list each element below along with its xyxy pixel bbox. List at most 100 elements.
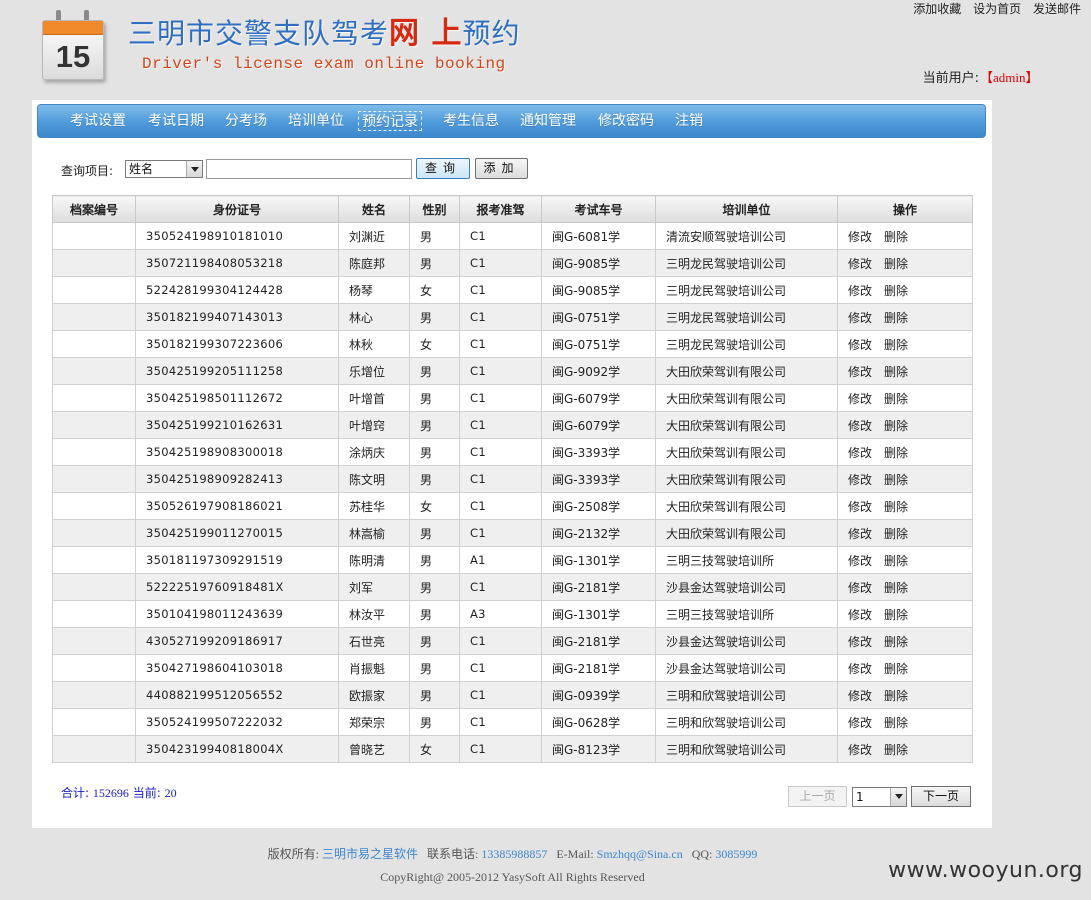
- cell-gender: 女: [409, 330, 460, 358]
- cell-license-class: A1: [459, 546, 542, 574]
- nav-change-password[interactable]: 修改密码: [598, 111, 654, 131]
- nav-student-info[interactable]: 考生信息: [443, 111, 499, 131]
- edit-link[interactable]: 修改: [848, 662, 872, 676]
- page-select[interactable]: 1: [852, 787, 907, 807]
- edit-link[interactable]: 修改: [848, 338, 872, 352]
- table-row: 440882199512056552 欧振家男 C1 闽G-0939学 三明和欣驾驶培训…: [52, 681, 973, 709]
- company-link[interactable]: 三明市易之星软件: [322, 847, 418, 861]
- nav-logout[interactable]: 注销: [675, 111, 703, 131]
- cell-gender: 女: [409, 492, 460, 520]
- edit-link[interactable]: 修改: [848, 392, 872, 406]
- cell-license-class: C1: [459, 276, 542, 304]
- cell-actions: 修改 删除: [837, 600, 973, 628]
- cell-gender: 男: [409, 681, 460, 709]
- delete-link[interactable]: 删除: [884, 230, 908, 244]
- delete-link[interactable]: 删除: [884, 581, 908, 595]
- delete-link[interactable]: 删除: [884, 446, 908, 460]
- email-link[interactable]: Smzhqq@Sina.cn: [597, 847, 683, 861]
- delete-link[interactable]: 删除: [884, 662, 908, 676]
- nav-exam-venues[interactable]: 分考场: [225, 111, 267, 131]
- edit-link[interactable]: 修改: [848, 635, 872, 649]
- query-button[interactable]: 查询: [416, 158, 470, 179]
- cell-id-number: 350182199407143013: [135, 303, 339, 331]
- edit-link[interactable]: 修改: [848, 689, 872, 703]
- delete-link[interactable]: 删除: [884, 392, 908, 406]
- set-homepage-link[interactable]: 设为首页: [973, 2, 1021, 16]
- edit-link[interactable]: 修改: [848, 473, 872, 487]
- cell-gender: 男: [409, 411, 460, 439]
- next-page-button[interactable]: 下一页: [911, 786, 971, 807]
- cell-license-class: C1: [459, 249, 542, 277]
- cell-car-number: 闽G-0628学: [541, 708, 656, 736]
- edit-link[interactable]: 修改: [848, 527, 872, 541]
- delete-link[interactable]: 删除: [884, 311, 908, 325]
- edit-link[interactable]: 修改: [848, 365, 872, 379]
- delete-link[interactable]: 删除: [884, 635, 908, 649]
- edit-link[interactable]: 修改: [848, 446, 872, 460]
- cell-id-number: 350425199205111258: [135, 357, 339, 385]
- delete-link[interactable]: 删除: [884, 554, 908, 568]
- delete-link[interactable]: 删除: [884, 338, 908, 352]
- delete-link[interactable]: 删除: [884, 419, 908, 433]
- table-row: 350182199407143013 林心男 C1 闽G-0751学 三明龙民驾驶培训公…: [52, 303, 973, 331]
- search-input[interactable]: [206, 159, 412, 179]
- search-field-select[interactable]: 姓名: [125, 160, 203, 178]
- table-row: 350526197908186021 苏桂华女 C1 闽G-2508学 大田欣荣驾训有限…: [52, 492, 973, 520]
- nav-exam-dates[interactable]: 考试日期: [148, 111, 204, 131]
- edit-link[interactable]: 修改: [848, 284, 872, 298]
- edit-link[interactable]: 修改: [848, 230, 872, 244]
- edit-link[interactable]: 修改: [848, 716, 872, 730]
- table-row: 350425199205111258 乐增位男 C1 闽G-9092学 大田欣荣驾训有限…: [52, 357, 973, 385]
- cell-archive-number: [52, 519, 136, 547]
- send-email-link[interactable]: 发送邮件: [1033, 2, 1081, 16]
- delete-link[interactable]: 删除: [884, 527, 908, 541]
- nav-notice-management[interactable]: 通知管理: [520, 111, 576, 131]
- cell-name: 陈庭邦: [338, 249, 410, 277]
- cell-actions: 修改 删除: [837, 411, 973, 439]
- table-row: 350425198909282413 陈文明男 C1 闽G-3393学 大田欣荣驾训有限…: [52, 465, 973, 493]
- copyright-label: 版权所有:: [267, 847, 319, 861]
- nav-training-units[interactable]: 培训单位: [288, 111, 344, 131]
- edit-link[interactable]: 修改: [848, 257, 872, 271]
- cell-training-unit: 大田欣荣驾训有限公司: [655, 357, 838, 385]
- delete-link[interactable]: 删除: [884, 689, 908, 703]
- col-license-class: 报考准驾: [459, 195, 542, 223]
- site-title: 三明市交警支队驾考网 上预约: [128, 12, 520, 56]
- table-header-row: 档案编号 身份证号 姓名 性别 报考准驾 考试车号 培训单位 操作: [52, 195, 973, 223]
- chevron-down-icon: [890, 788, 906, 806]
- cell-car-number: 闽G-9085学: [541, 276, 656, 304]
- cell-name: 肖振魁: [338, 654, 410, 682]
- add-favorite-link[interactable]: 添加收藏: [913, 2, 961, 16]
- cell-id-number: 350182199307223606: [135, 330, 339, 358]
- nav-exam-settings[interactable]: 考试设置: [70, 111, 126, 131]
- edit-link[interactable]: 修改: [848, 500, 872, 514]
- cell-gender: 男: [409, 708, 460, 736]
- nav-booking-records[interactable]: 预约记录: [358, 111, 422, 131]
- edit-link[interactable]: 修改: [848, 311, 872, 325]
- edit-link[interactable]: 修改: [848, 581, 872, 595]
- delete-link[interactable]: 删除: [884, 608, 908, 622]
- cell-training-unit: 三明龙民驾驶培训公司: [655, 303, 838, 331]
- cell-training-unit: 三明龙民驾驶培训公司: [655, 249, 838, 277]
- edit-link[interactable]: 修改: [848, 419, 872, 433]
- edit-link[interactable]: 修改: [848, 743, 872, 757]
- cell-archive-number: [52, 276, 136, 304]
- delete-link[interactable]: 删除: [884, 284, 908, 298]
- table-row: 430527199209186917 石世亮男 C1 闽G-2181学 沙县金达驾驶培训…: [52, 627, 973, 655]
- delete-link[interactable]: 删除: [884, 500, 908, 514]
- delete-link[interactable]: 删除: [884, 716, 908, 730]
- cell-id-number: 350425198501112672: [135, 384, 339, 412]
- delete-link[interactable]: 删除: [884, 365, 908, 379]
- add-button[interactable]: 添加: [475, 158, 528, 179]
- prev-page-button[interactable]: 上一页: [788, 786, 847, 807]
- cell-gender: 男: [409, 222, 460, 250]
- delete-link[interactable]: 删除: [884, 743, 908, 757]
- cell-license-class: C1: [459, 222, 542, 250]
- cell-name: 林秋: [338, 330, 410, 358]
- delete-link[interactable]: 删除: [884, 257, 908, 271]
- delete-link[interactable]: 删除: [884, 473, 908, 487]
- edit-link[interactable]: 修改: [848, 554, 872, 568]
- edit-link[interactable]: 修改: [848, 608, 872, 622]
- cell-training-unit: 沙县金达驾驶培训公司: [655, 573, 838, 601]
- col-actions: 操作: [837, 195, 973, 223]
